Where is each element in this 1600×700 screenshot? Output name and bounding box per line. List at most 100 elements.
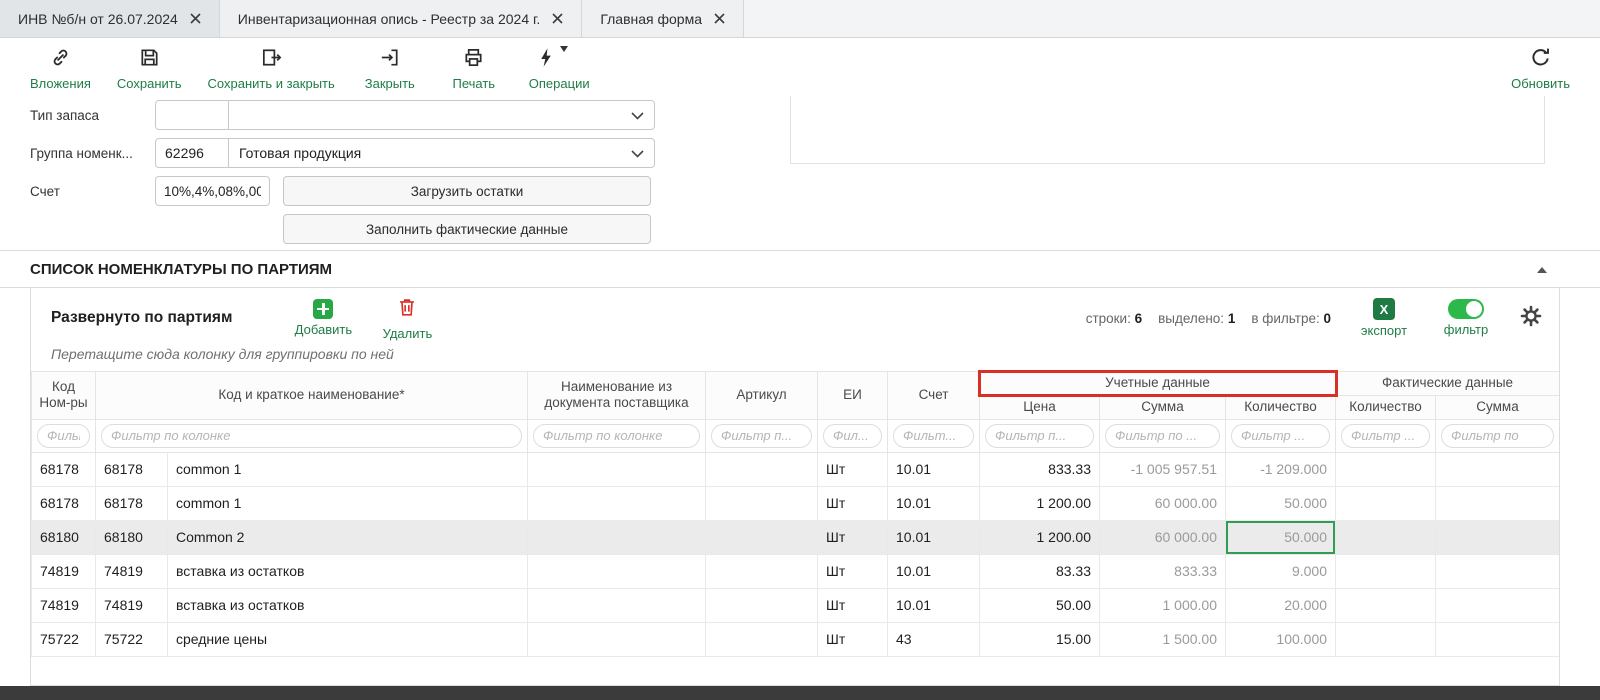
tab-close-icon[interactable] (190, 13, 201, 24)
cell-sum[interactable]: 833.33 (1100, 554, 1226, 588)
table-row[interactable]: 68178 68178 common 1 Шт 10.01 833.33 -1 … (32, 452, 1560, 486)
filter-input-article[interactable] (711, 424, 812, 448)
cell-account[interactable]: 10.01 (888, 452, 980, 486)
table-row[interactable]: 74819 74819 вставка из остатков Шт 10.01… (32, 588, 1560, 622)
stock-type-code-field[interactable] (156, 101, 229, 129)
item-group-code-field[interactable]: 62296 (156, 139, 229, 167)
col-header-code[interactable]: Код Ном-ры (32, 372, 96, 420)
tab-close-icon[interactable] (552, 13, 563, 24)
cell-unit[interactable]: Шт (818, 622, 888, 656)
cell-fact-sum[interactable] (1436, 622, 1560, 656)
cell-fact-qty[interactable] (1336, 588, 1436, 622)
save-and-close-button[interactable]: Сохранить и закрыть (208, 46, 335, 91)
cell-article[interactable] (706, 622, 818, 656)
filter-input-price[interactable] (985, 424, 1094, 448)
operations-button[interactable]: Операции (529, 46, 590, 91)
cell-qty[interactable]: -1 209.000 (1226, 452, 1336, 486)
filter-input-code-and-name[interactable] (101, 424, 522, 448)
cell-fact-sum[interactable] (1436, 452, 1560, 486)
add-row-button[interactable]: Добавить (294, 299, 352, 337)
cell-doc-name[interactable] (528, 520, 706, 554)
table-row[interactable]: 68180 68180 Common 2 Шт 10.01 1 200.00 6… (32, 520, 1560, 554)
cell-sum[interactable]: -1 005 957.51 (1100, 452, 1226, 486)
cell-doc-name[interactable] (528, 486, 706, 520)
table-row[interactable]: 75722 75722 средние цены Шт 43 15.00 1 5… (32, 622, 1560, 656)
account-input[interactable] (155, 176, 270, 206)
cell-fact-sum[interactable] (1436, 554, 1560, 588)
cell-code[interactable]: 68178 (32, 486, 96, 520)
cell-qty[interactable]: 50.000 (1226, 486, 1336, 520)
cell-fact-sum[interactable] (1436, 486, 1560, 520)
filter-input-fact-sum[interactable] (1441, 424, 1554, 448)
col-header-article[interactable]: Артикул (706, 372, 818, 420)
col-header-fact-sum[interactable]: Сумма (1436, 395, 1560, 419)
cell-code[interactable]: 75722 (32, 622, 96, 656)
cell-price[interactable]: 1 200.00 (980, 520, 1100, 554)
cell-name[interactable]: вставка из остатков (168, 588, 528, 622)
cell-unit[interactable]: Шт (818, 486, 888, 520)
print-button[interactable]: Печать (445, 46, 503, 91)
cell-fact-qty[interactable] (1336, 452, 1436, 486)
cell-sum[interactable]: 1 000.00 (1100, 588, 1226, 622)
filter-input-code[interactable] (37, 424, 90, 448)
col-header-code-and-name[interactable]: Код и краткое наименование* (96, 372, 528, 420)
cell-price[interactable]: 1 200.00 (980, 486, 1100, 520)
stock-type-combo[interactable] (155, 100, 655, 130)
cell-code[interactable]: 68178 (32, 452, 96, 486)
cell-fact-qty[interactable] (1336, 486, 1436, 520)
cell-code2[interactable]: 75722 (96, 622, 168, 656)
cell-price[interactable]: 83.33 (980, 554, 1100, 588)
cell-fact-qty[interactable] (1336, 520, 1436, 554)
item-group-select[interactable]: Готовая продукция (229, 139, 654, 167)
cell-name[interactable]: common 1 (168, 486, 528, 520)
cell-code2[interactable]: 68180 (96, 520, 168, 554)
filter-input-fact-qty[interactable] (1341, 424, 1430, 448)
col-header-sum[interactable]: Сумма (1100, 395, 1226, 419)
cell-sum[interactable]: 60 000.00 (1100, 486, 1226, 520)
cell-code2[interactable]: 74819 (96, 588, 168, 622)
col-header-fact-qty[interactable]: Количество (1336, 395, 1436, 419)
cell-qty[interactable]: 50.000 (1226, 520, 1336, 554)
col-header-price[interactable]: Цена (980, 395, 1100, 419)
cell-fact-sum[interactable] (1436, 588, 1560, 622)
col-header-qty[interactable]: Количество (1226, 395, 1336, 419)
filter-input-unit[interactable] (823, 424, 882, 448)
cell-article[interactable] (706, 554, 818, 588)
cell-name[interactable]: вставка из остатков (168, 554, 528, 588)
cell-doc-name[interactable] (528, 588, 706, 622)
tab-main-form[interactable]: Главная форма (582, 0, 744, 37)
col-header-doc-name[interactable]: Наименование из документа поставщика (528, 372, 706, 420)
filter-toggle-button[interactable]: фильтр (1437, 299, 1495, 337)
cell-code[interactable]: 68180 (32, 520, 96, 554)
cell-price[interactable]: 833.33 (980, 452, 1100, 486)
load-balances-button[interactable]: Загрузить остатки (283, 176, 651, 206)
cell-sum[interactable]: 1 500.00 (1100, 622, 1226, 656)
cell-fact-qty[interactable] (1336, 554, 1436, 588)
cell-fact-qty[interactable] (1336, 622, 1436, 656)
cell-account[interactable]: 43 (888, 622, 980, 656)
cell-qty[interactable]: 100.000 (1226, 622, 1336, 656)
cell-article[interactable] (706, 452, 818, 486)
cell-code[interactable]: 74819 (32, 554, 96, 588)
filter-input-doc-name[interactable] (533, 424, 700, 448)
export-excel-button[interactable]: X экспорт (1355, 298, 1413, 338)
cell-code2[interactable]: 74819 (96, 554, 168, 588)
cell-unit[interactable]: Шт (818, 520, 888, 554)
close-button[interactable]: Закрыть (361, 46, 419, 91)
attachments-button[interactable]: Вложения (30, 46, 91, 91)
refresh-button[interactable]: Обновить (1511, 46, 1570, 91)
stock-type-select[interactable] (229, 101, 654, 129)
delete-row-button[interactable]: Удалить (378, 296, 436, 341)
cell-account[interactable]: 10.01 (888, 486, 980, 520)
cell-unit[interactable]: Шт (818, 588, 888, 622)
cell-code2[interactable]: 68178 (96, 452, 168, 486)
cell-name[interactable]: common 1 (168, 452, 528, 486)
group-by-drop-zone[interactable]: Перетащите сюда колонку для группировки … (31, 342, 1559, 371)
cell-article[interactable] (706, 520, 818, 554)
cell-account[interactable]: 10.01 (888, 554, 980, 588)
cell-fact-sum[interactable] (1436, 520, 1560, 554)
cell-doc-name[interactable] (528, 554, 706, 588)
col-header-unit[interactable]: ЕИ (818, 372, 888, 420)
cell-qty[interactable]: 9.000 (1226, 554, 1336, 588)
cell-price[interactable]: 15.00 (980, 622, 1100, 656)
